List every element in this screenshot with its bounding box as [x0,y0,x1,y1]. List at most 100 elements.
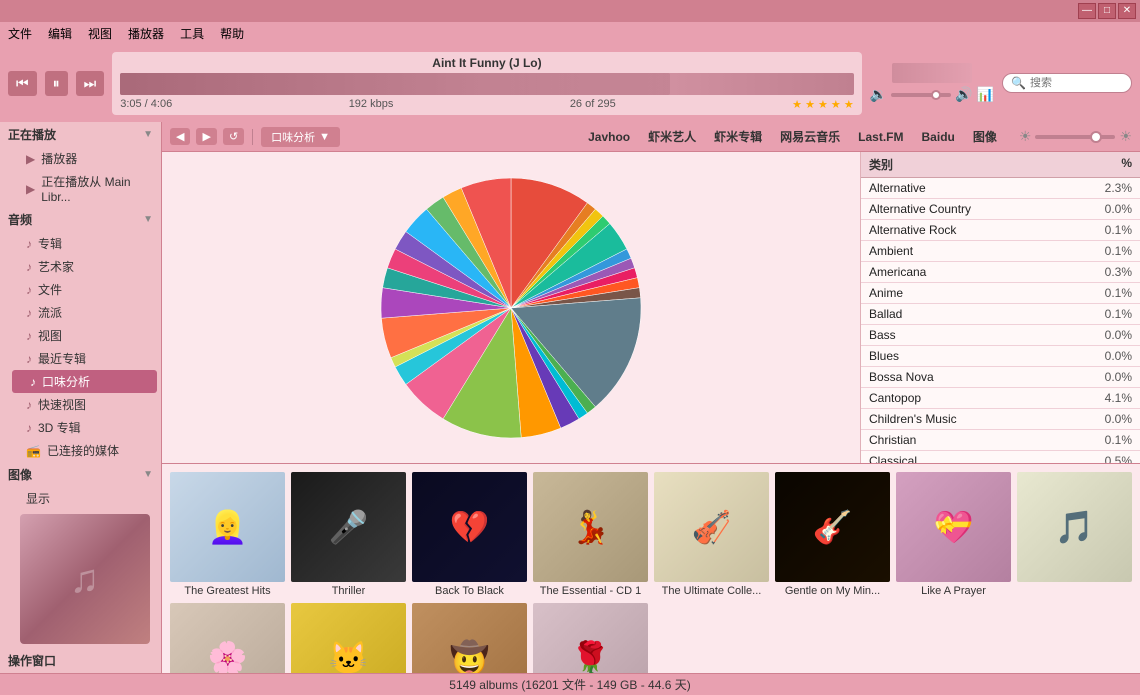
sidebar-item-display[interactable]: 显示 [8,487,161,510]
sidebar-item-connected[interactable]: 📻 已连接的媒体 [8,439,161,462]
sidebar-item-artists[interactable]: ♪ 艺术家 [8,255,161,278]
forward-button[interactable]: ▶ [196,128,216,145]
sidebar-item-taste[interactable]: ♪ 口味分析 [12,370,157,393]
equalizer-icon[interactable]: 📊 [977,86,994,103]
vol-up-icon[interactable]: 🔊 [955,86,972,103]
pie-chart-section [162,152,860,463]
genre-percent: 0.5% [1082,454,1132,463]
table-row[interactable]: Anime0.1% [861,283,1140,304]
table-row[interactable]: Alternative Country0.0% [861,199,1140,220]
genre-name: Christian [869,433,1082,447]
table-row[interactable]: Alternative Rock0.1% [861,220,1140,241]
table-row[interactable]: Ballad0.1% [861,304,1140,325]
genre-name: Bass [869,328,1082,342]
table-row[interactable]: Americana0.3% [861,262,1140,283]
search-box[interactable]: 🔍 [1002,73,1132,93]
sidebar-section-ops[interactable]: 操作窗口 [0,648,161,673]
vol-down-icon[interactable]: 🔉 [870,86,887,103]
sidebar-item-files[interactable]: ♪ 文件 [8,278,161,301]
right-waveform [892,63,972,83]
brightness-slider[interactable] [1035,135,1115,139]
sidebar-item-quickview[interactable]: ♪ 快速视图 [8,393,161,416]
back-button[interactable]: ◀ [170,128,190,145]
album-item[interactable]: 🌸 [170,603,285,673]
tab-lastfm[interactable]: Last.FM [850,126,911,147]
genre-name: Alternative Country [869,202,1082,216]
table-row[interactable]: Bass0.0% [861,325,1140,346]
tab-xiami-album[interactable]: 虾米专辑 [706,126,770,147]
sidebar-item-view[interactable]: ♪ 视图 [8,324,161,347]
album-item[interactable]: 🎸Gentle on My Min... [775,472,890,597]
menu-edit[interactable]: 编辑 [48,25,72,42]
table-header: 类别 % [861,152,1140,178]
genre-percent: 0.0% [1082,412,1132,426]
sidebar-item-albums[interactable]: ♪ 专辑 [8,232,161,255]
album-item[interactable]: 🤠 [412,603,527,673]
tab-javhoo[interactable]: Javhoo [580,126,638,147]
table-row[interactable]: Cantopop4.1% [861,388,1140,409]
sidebar-item-3d[interactable]: ♪ 3D 专辑 [8,416,161,439]
table-row[interactable]: Alternative2.3% [861,178,1140,199]
menu-player[interactable]: 播放器 [128,25,164,42]
album-item[interactable]: 💔Back To Black [412,472,527,597]
genre-name: Bossa Nova [869,370,1082,384]
tab-xiami-artist[interactable]: 虾米艺人 [640,126,704,147]
album-grid: 👱‍♀️The Greatest Hits🎤Thriller💔Back To B… [170,472,1132,673]
track-position: 26 of 295 [570,98,616,111]
sidebar-item-genre[interactable]: ♪ 流派 [8,301,161,324]
table-row[interactable]: Blues0.0% [861,346,1140,367]
table-row[interactable]: Christian0.1% [861,430,1140,451]
track-rating[interactable]: ★ ★ ★ ★ ★ [792,98,854,111]
menu-view[interactable]: 视图 [88,25,112,42]
volume-slider[interactable] [891,93,951,97]
maximize-button[interactable]: □ [1098,3,1116,19]
table-row[interactable]: Bossa Nova0.0% [861,367,1140,388]
menu-help[interactable]: 帮助 [220,25,244,42]
album-item[interactable]: 🎻The Ultimate Colle... [654,472,769,597]
tab-baidu[interactable]: Baidu [914,126,963,147]
album-item[interactable]: 💃The Essential - CD 1 [533,472,648,597]
table-row[interactable]: Classical0.5% [861,451,1140,463]
files-icon: ♪ [26,283,32,297]
table-row[interactable]: Children's Music0.0% [861,409,1140,430]
track-waveform[interactable] [120,73,853,95]
section3-arrow: ▼ [143,469,153,480]
sidebar-item-player[interactable]: ▶ 播放器 [8,147,161,170]
sidebar-section-audio[interactable]: 音频 ▼ [0,207,161,232]
album-item[interactable]: 🌹 [533,603,648,673]
albums-icon: ♪ [26,237,32,251]
genre-name: Classical [869,454,1082,463]
next-button[interactable]: ⏭ [76,71,105,96]
taste-analysis-area: 类别 % Alternative2.3%Alternative Country0… [162,152,1140,463]
sidebar-item-nowplaying[interactable]: ▶ 正在播放从 Main Libr... [8,170,161,207]
track-title: Aint It Funny (J Lo) [120,56,853,70]
sidebar-section-playing[interactable]: 正在播放 ▼ [0,122,161,147]
table-body[interactable]: Alternative2.3%Alternative Country0.0%Al… [861,178,1140,463]
album-item[interactable]: 🐱 [291,603,406,673]
taste-analysis-dropdown[interactable]: 口味分析 ▼ [261,127,340,147]
minimize-button[interactable]: — [1078,3,1096,19]
genre-name: Alternative Rock [869,223,1082,237]
prev-button[interactable]: ⏮ [8,71,37,96]
sidebar-section-image[interactable]: 图像 ▼ [0,462,161,487]
tab-image[interactable]: 图像 [965,126,1005,147]
section1-arrow: ▼ [143,129,153,140]
close-button[interactable]: ✕ [1118,3,1136,19]
play-pause-button[interactable]: ⏸ [45,71,68,96]
track-bitrate: 192 kbps [349,98,394,111]
nowplaying-icon: ▶ [26,182,35,196]
menu-file[interactable]: 文件 [8,25,32,42]
menu-tools[interactable]: 工具 [180,25,204,42]
album-item[interactable]: 🎵 [1017,472,1132,597]
table-row[interactable]: Ambient0.1% [861,241,1140,262]
refresh-button[interactable]: ↺ [223,128,244,145]
search-input[interactable] [1030,77,1120,89]
album-item[interactable]: 💝Like A Prayer [896,472,1011,597]
album-item[interactable]: 👱‍♀️The Greatest Hits [170,472,285,597]
album-item[interactable]: 🎤Thriller [291,472,406,597]
tab-netease[interactable]: 网易云音乐 [772,126,848,147]
sidebar-item-recent[interactable]: ♪ 最近专辑 [8,347,161,370]
album-title: The Ultimate Colle... [662,585,762,597]
toolbar: ◀ ▶ ↺ 口味分析 ▼ Javhoo 虾米艺人 虾米专辑 网易云音乐 Last… [162,122,1140,152]
genre-percent: 0.0% [1082,328,1132,342]
